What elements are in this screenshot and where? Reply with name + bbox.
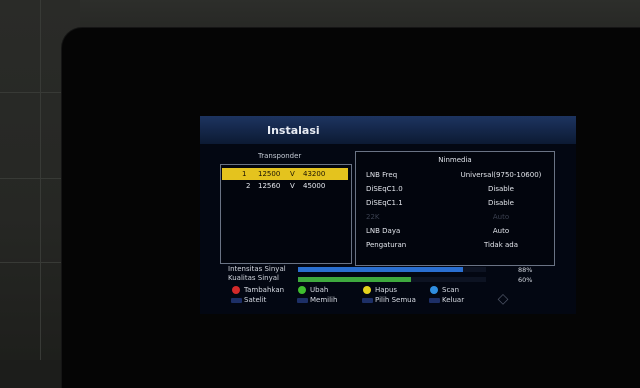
setting-label: LNB Freq <box>366 171 398 179</box>
key-scan[interactable]: Scan <box>442 286 459 294</box>
setting-label: Pengaturan <box>366 241 407 249</box>
setting-lnb-power[interactable]: LNB Daya Auto <box>356 225 554 237</box>
stb-screen: Instalasi Transponder 1 12500 V 43200 2 … <box>200 116 576 314</box>
key-exit[interactable]: Keluar <box>442 296 464 304</box>
setting-motor[interactable]: Pengaturan Tidak ada <box>356 239 554 251</box>
setting-label: DiSEqC1.1 <box>366 199 403 207</box>
floor-tile-line <box>0 262 62 263</box>
signal-intensity-value: 88% <box>518 266 533 274</box>
signal-quality-bar <box>298 277 486 282</box>
setting-value: Auto <box>492 227 510 235</box>
signal-intensity-fill <box>298 267 464 272</box>
key-select-all[interactable]: Pilih Semua <box>375 296 416 304</box>
red-key-icon <box>232 286 240 294</box>
floor-tile-line <box>0 92 70 93</box>
setting-value: Disable <box>488 199 514 207</box>
transponder-frequency: 12560 <box>258 182 281 190</box>
ok-key-icon <box>297 298 308 303</box>
transponder-frequency: 12500 <box>258 170 281 178</box>
transponder-list[interactable]: 1 12500 V 43200 2 12560 V 45000 <box>220 164 352 264</box>
setting-diseqc-1-1[interactable]: DiSEqC1.1 Disable <box>356 197 554 209</box>
transponder-header: Transponder <box>258 152 302 160</box>
satellite-settings-panel: Ninmedia LNB Freq Universal(9750-10600) … <box>355 151 555 266</box>
floor-tile-line <box>0 178 62 179</box>
setting-value: Universal(9750-10600) <box>460 171 542 179</box>
setting-label: 22K <box>366 213 380 221</box>
setting-22k: 22K Auto <box>356 211 554 223</box>
key-edit[interactable]: Ubah <box>310 286 328 294</box>
key-delete[interactable]: Hapus <box>375 286 397 294</box>
transponder-index: 2 <box>246 182 251 190</box>
signal-quality-value: 60% <box>518 276 533 284</box>
signal-intensity-bar <box>298 267 486 272</box>
transponder-row[interactable]: 2 12560 V 45000 <box>222 180 348 192</box>
exit-key-icon <box>429 298 440 303</box>
setting-label: LNB Daya <box>366 227 401 235</box>
blue-key-icon <box>430 286 438 294</box>
transponder-polarity: V <box>290 182 295 190</box>
transponder-symbol-rate: 45000 <box>303 182 326 190</box>
setting-label: DiSEqC1.0 <box>366 185 403 193</box>
key-add[interactable]: Tambahkan <box>244 286 284 294</box>
sat-key-icon <box>231 298 242 303</box>
transponder-row[interactable]: 1 12500 V 43200 <box>222 168 348 180</box>
signal-intensity-label: Intensitas Sinyal <box>228 265 286 273</box>
page-key-icon <box>362 298 373 303</box>
title-bar: Instalasi <box>200 116 576 144</box>
page-title: Instalasi <box>267 124 320 137</box>
floor-tile-line <box>40 0 41 360</box>
signal-quality-label: Kualitas Sinyal <box>228 274 279 282</box>
green-key-icon <box>298 286 306 294</box>
setting-value: Auto <box>492 213 510 221</box>
setting-lnb-freq[interactable]: LNB Freq Universal(9750-10600) <box>356 169 554 181</box>
yellow-key-icon <box>363 286 371 294</box>
key-satellite[interactable]: Satelit <box>244 296 266 304</box>
signal-quality-fill <box>298 277 411 282</box>
setting-diseqc-1-0[interactable]: DiSEqC1.0 Disable <box>356 183 554 195</box>
navigation-arrows-icon: ◇ <box>497 291 509 307</box>
satellite-name: Ninmedia <box>438 156 472 164</box>
transponder-symbol-rate: 43200 <box>303 170 326 178</box>
setting-value: Tidak ada <box>483 241 519 249</box>
key-select[interactable]: Memilih <box>310 296 337 304</box>
setting-value: Disable <box>488 185 514 193</box>
transponder-index: 1 <box>242 170 247 178</box>
transponder-polarity: V <box>290 170 295 178</box>
